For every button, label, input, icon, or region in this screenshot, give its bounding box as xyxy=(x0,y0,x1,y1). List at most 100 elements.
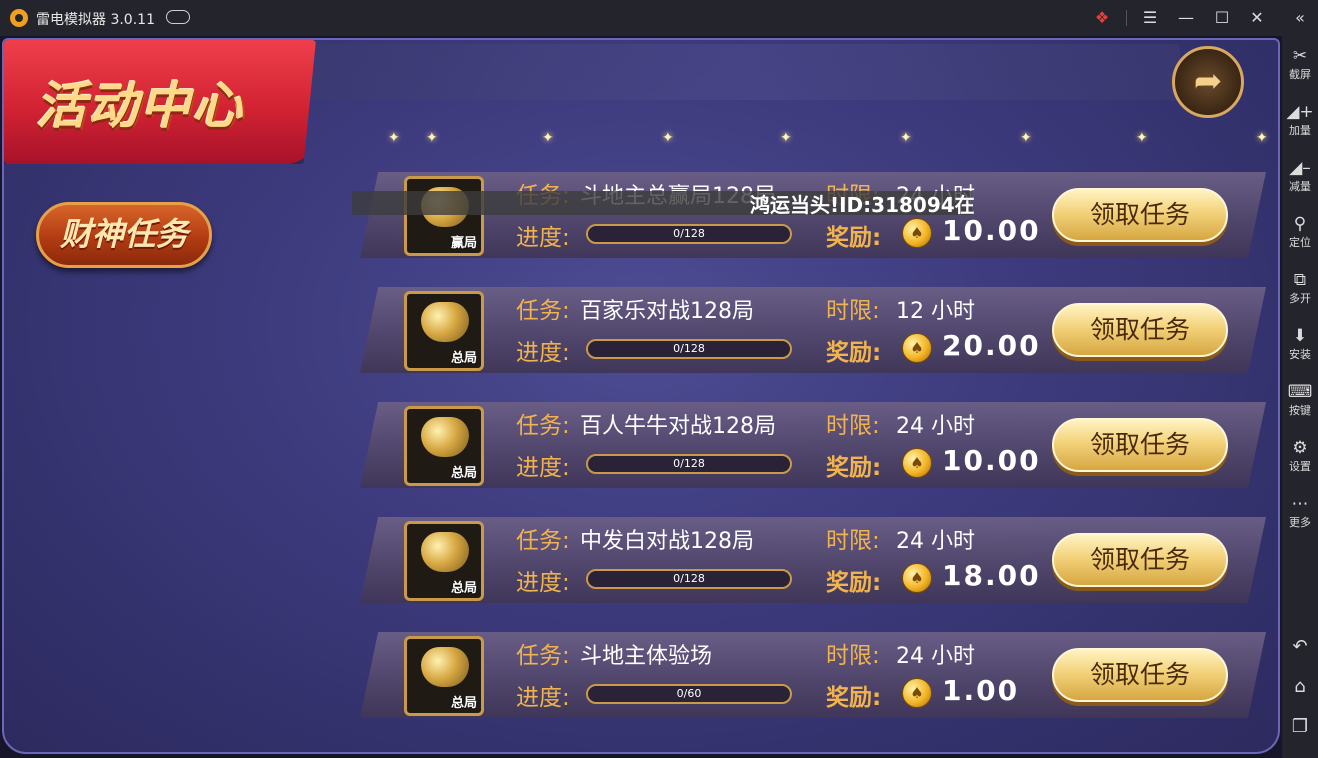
task-icon: 总局 xyxy=(404,406,484,486)
exit-arrow-button[interactable]: ➦ xyxy=(1172,46,1244,118)
home-icon[interactable]: ⌂ xyxy=(1282,676,1318,697)
multi-instance-icon: ⧉ xyxy=(1293,270,1307,290)
sparkle-icon: ✦ xyxy=(1256,130,1268,146)
sidebar-item-label: 安装 xyxy=(1289,348,1311,361)
app-logo-icon xyxy=(10,9,28,27)
menu-icon[interactable]: ☰ xyxy=(1138,6,1162,30)
close-icon[interactable]: ✕ xyxy=(1245,6,1269,30)
coin-icon: ♠ xyxy=(902,563,932,593)
sidebar-item-label: 更多 xyxy=(1289,516,1311,529)
task-icon: 总局 xyxy=(404,636,484,716)
sidebar-item-multi-instance[interactable]: ⧉ 多开 xyxy=(1282,268,1318,306)
time-limit-value: 12 小时 xyxy=(896,299,975,324)
progress-bar: 0/128 xyxy=(586,569,792,589)
volume-up-icon: ◢+ xyxy=(1286,102,1314,122)
activity-banner: 活动中心 xyxy=(4,40,316,164)
sparkle-icon: ✦ xyxy=(426,130,438,146)
coin-icon: ♠ xyxy=(902,333,932,363)
sidebar-item-more[interactable]: ⋯ 更多 xyxy=(1282,492,1318,530)
sidebar-item-screenshot[interactable]: ✂ 截屏 xyxy=(1282,44,1318,82)
sidebar-item-label: 按键 xyxy=(1289,404,1311,417)
progress-label: 进度: xyxy=(516,340,570,366)
recent-apps-icon[interactable]: ❐ xyxy=(1282,716,1318,737)
reward-value: 10.00 xyxy=(942,214,1041,247)
sidebar-item-keymap[interactable]: ⌨ 按键 xyxy=(1282,380,1318,418)
gift-icon[interactable]: ❖ xyxy=(1090,6,1114,30)
progress-text: 0/128 xyxy=(673,457,705,470)
gold-ingot-icon xyxy=(421,532,469,572)
claim-task-button[interactable]: 领取任务 xyxy=(1052,188,1228,242)
claim-task-button[interactable]: 领取任务 xyxy=(1052,303,1228,357)
progress-text: 0/128 xyxy=(673,342,705,355)
task-label: 任务: xyxy=(516,528,570,554)
claim-task-button[interactable]: 领取任务 xyxy=(1052,533,1228,587)
sidebar-item-label: 设置 xyxy=(1289,460,1311,473)
keyboard-icon: ⌨ xyxy=(1287,382,1313,402)
progress-text: 0/128 xyxy=(673,572,705,585)
task-row: 总局 任务: 中发白对战128局 进度: 0/128 时限: 24 小时 奖励:… xyxy=(360,517,1266,603)
task-label: 任务: xyxy=(516,413,570,439)
sidebar-item-location[interactable]: ⚲ 定位 xyxy=(1282,212,1318,250)
back-icon[interactable]: ↶ xyxy=(1282,636,1318,657)
collapse-icon[interactable]: « xyxy=(1288,6,1312,30)
reward-value: 1.00 xyxy=(942,674,1020,707)
time-limit-value: 24 小时 xyxy=(896,644,975,669)
location-icon: ⚲ xyxy=(1293,214,1307,234)
coin-icon: ♠ xyxy=(902,678,932,708)
settings-icon: ⚙ xyxy=(1292,438,1308,458)
minimize-icon[interactable]: — xyxy=(1174,6,1198,30)
fortune-task-tab[interactable]: 财神任务 xyxy=(36,202,212,268)
game-viewport: 活动中心 ➦ ✦ ✦ ✦ ✦ ✦ ✦ ✦ ✦ ✦ 财神任务 赢局 任务: 斗地主… xyxy=(0,36,1282,758)
reward-value: 20.00 xyxy=(942,329,1041,362)
coin-icon: ♠ xyxy=(902,448,932,478)
scissors-icon: ✂ xyxy=(1292,46,1308,66)
titlebar-divider xyxy=(1126,10,1127,26)
time-limit-label: 时限: xyxy=(826,298,880,324)
progress-bar: 0/128 xyxy=(586,454,792,474)
progress-label: 进度: xyxy=(516,685,570,711)
sidebar-item-label: 减量 xyxy=(1289,180,1311,193)
sidebar-item-volume-up[interactable]: ◢+ 加量 xyxy=(1282,100,1318,138)
sparkle-icon: ✦ xyxy=(1020,130,1032,146)
task-badge: 总局 xyxy=(450,466,477,481)
task-row: 总局 任务: 百家乐对战128局 进度: 0/128 时限: 12 小时 奖励:… xyxy=(360,287,1266,373)
apk-install-icon: ⬇ xyxy=(1292,326,1308,346)
sidebar-item-settings[interactable]: ⚙ 设置 xyxy=(1282,436,1318,474)
task-row: 总局 任务: 百人牛牛对战128局 进度: 0/128 时限: 24 小时 奖励… xyxy=(360,402,1266,488)
task-name: 百人牛牛对战128局 xyxy=(580,414,776,439)
marquee-text: 鸿运当头!ID:318094在 xyxy=(750,193,975,217)
reward-value: 10.00 xyxy=(942,444,1041,477)
window-title: 雷电模拟器 3.0.11 xyxy=(36,12,155,28)
progress-text: 0/128 xyxy=(673,227,705,240)
sidebar-item-label: 加量 xyxy=(1289,124,1311,137)
task-name: 百家乐对战128局 xyxy=(580,299,754,324)
progress-bar: 0/60 xyxy=(586,684,792,704)
sparkle-icon: ✦ xyxy=(780,130,792,146)
maximize-icon[interactable]: ☐ xyxy=(1210,6,1234,30)
gold-ingot-icon xyxy=(421,302,469,342)
task-name: 中发白对战128局 xyxy=(580,529,754,554)
progress-label: 进度: xyxy=(516,570,570,596)
sidebar-item-install[interactable]: ⬇ 安装 xyxy=(1282,324,1318,362)
sparkle-decoration: ✦ ✦ ✦ ✦ ✦ ✦ ✦ ✦ ✦ xyxy=(380,130,1268,160)
sparkle-icon: ✦ xyxy=(900,130,912,146)
task-label: 任务: xyxy=(516,643,570,669)
claim-task-button[interactable]: 领取任务 xyxy=(1052,648,1228,702)
task-icon: 总局 xyxy=(404,521,484,601)
task-icon: 赢局 xyxy=(404,176,484,256)
progress-label: 进度: xyxy=(516,455,570,481)
sidebar-item-volume-down[interactable]: ◢– 减量 xyxy=(1282,156,1318,194)
coin-icon: ♠ xyxy=(902,218,932,248)
gold-ingot-icon xyxy=(421,647,469,687)
claim-task-button[interactable]: 领取任务 xyxy=(1052,418,1228,472)
sparkle-icon: ✦ xyxy=(1136,130,1148,146)
sidebar-item-label: 截屏 xyxy=(1289,68,1311,81)
gamepad-icon[interactable] xyxy=(166,10,190,24)
time-limit-value: 24 小时 xyxy=(896,414,975,439)
reward-value: 18.00 xyxy=(942,559,1041,592)
page-title: 活动中心 xyxy=(36,77,244,135)
time-limit-value: 24 小时 xyxy=(896,529,975,554)
reward-label: 奖励: xyxy=(826,225,882,251)
progress-bar: 0/128 xyxy=(586,339,792,359)
emulator-toolbar: ✂ 截屏 ◢+ 加量 ◢– 减量 ⚲ 定位 ⧉ 多开 ⬇ 安装 ⌨ 按键 ⚙ 设… xyxy=(1282,36,1318,758)
